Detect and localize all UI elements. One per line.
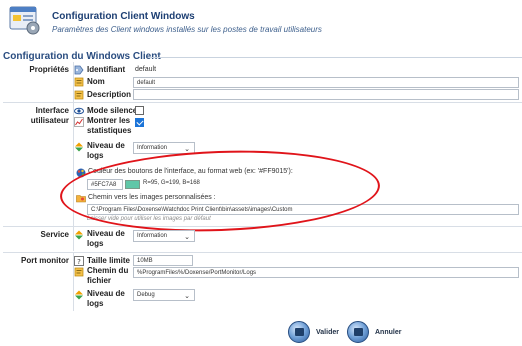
size-limit-icon: ? (74, 256, 84, 266)
chemin-fichier-label-line: fichier (87, 276, 112, 285)
description-input[interactable] (133, 89, 519, 100)
group-label-line: Interface (35, 106, 69, 115)
chemin-fichier-label-line: Chemin du (87, 266, 129, 275)
niveau-logs-ui-value: Information (137, 145, 168, 151)
svg-text:?: ? (77, 258, 81, 266)
row-description: Description (74, 89, 131, 101)
niveau-logs-label: Niveau de logs (87, 141, 125, 161)
identifiant-value: default (135, 66, 157, 73)
chemin-images-input[interactable]: C:\Program Files\Doxense\Watchdoc Print … (87, 204, 519, 215)
group-label-line: utilisateur (30, 116, 69, 125)
page-header: Configuration Client Windows Paramètres … (0, 0, 522, 48)
chevron-down-icon: ⌄ (184, 293, 190, 300)
group-label-service: Service (40, 230, 69, 239)
name-icon (74, 77, 84, 87)
row-nom: Nom (74, 76, 105, 88)
group-label-interface: Interface utilisateur (3, 106, 69, 126)
group-border (3, 102, 522, 103)
group-label-port-monitor: Port monitor (21, 256, 69, 265)
niveau-logs-service-value: Information (137, 233, 168, 239)
row-identifiant: Identifiant (74, 64, 125, 76)
cancel-icon (347, 321, 369, 343)
row-niveau-logs-service: Niveau de logs (74, 229, 125, 251)
section-title: Configuration du Windows Client (3, 51, 161, 62)
section-divider (148, 57, 522, 58)
niveau-logs-pm-label-line: Niveau de (87, 289, 125, 298)
valider-label: Valider (316, 328, 339, 336)
montrer-stats-label-line: statistiques (87, 126, 132, 135)
niveau-logs-service-label: Niveau de logs (87, 229, 125, 249)
image-folder-icon (76, 195, 86, 203)
chevron-down-icon: ⌄ (184, 234, 190, 241)
color-swatch (125, 180, 140, 189)
mode-silence-checkbox[interactable] (135, 106, 144, 115)
niveau-logs-service-label-line: Niveau de (87, 229, 125, 238)
statistics-icon (74, 117, 84, 127)
montrer-stats-label: Montrer les statistiques (87, 116, 131, 136)
niveau-logs-label-line: logs (87, 151, 104, 160)
niveau-logs-pm-value: Debug (137, 292, 155, 298)
chemin-fichier-label: Chemin du fichier (87, 266, 128, 286)
valider-button[interactable]: Valider (288, 321, 339, 343)
niveau-logs-service-label-line: logs (87, 239, 104, 248)
level-arrows-icon (75, 230, 83, 240)
couleur-label: Couleur des boutons de l'interface, au f… (88, 168, 293, 175)
nom-input[interactable]: default (133, 77, 519, 88)
color-palette-icon (76, 168, 86, 178)
identifiant-label: Identifiant (87, 65, 126, 74)
group-border (3, 226, 522, 227)
chemin-fichier-input[interactable]: %ProgramFiles%/Doxense/PortMonitor/Logs (133, 267, 519, 278)
file-path-icon (74, 267, 84, 277)
chemin-images-label: Chemin vers les images personnalisées : (88, 194, 216, 201)
row-montrer-stats: Montrer les statistiques (74, 116, 131, 140)
couleur-rgb: R=95, G=199, B=168 (143, 180, 200, 186)
tag-icon (74, 65, 84, 75)
chevron-down-icon: ⌄ (184, 146, 190, 153)
niveau-logs-service-select[interactable]: Information ⌄ (133, 230, 195, 242)
mode-silence-label: Mode silence (87, 106, 138, 115)
level-arrows-icon (75, 142, 83, 152)
level-arrows-icon (75, 290, 83, 300)
description-icon (74, 90, 84, 100)
page-subtitle: Paramètres des Client windows installés … (52, 25, 322, 34)
niveau-logs-ui-select[interactable]: Information ⌄ (133, 142, 195, 154)
page-title: Configuration Client Windows (52, 11, 195, 22)
annuler-label: Annuler (375, 328, 402, 336)
group-label-proprietes: Propriétés (29, 65, 69, 74)
niveau-logs-pm-label: Niveau de logs (87, 289, 125, 309)
row-chemin-fichier: Chemin du fichier (74, 266, 128, 290)
row-niveau-logs-ui: Niveau de logs (74, 141, 125, 163)
annuler-button[interactable]: Annuler (347, 321, 401, 343)
niveau-logs-pm-label-line: logs (87, 299, 104, 308)
taille-limite-input[interactable]: 10MB (133, 255, 193, 266)
niveau-logs-pm-select[interactable]: Debug ⌄ (133, 289, 195, 301)
niveau-logs-label-line: Niveau de (87, 141, 125, 150)
nom-label: Nom (87, 77, 105, 86)
window-config-icon (9, 6, 40, 35)
montrer-stats-label-line: Montrer les (87, 116, 131, 125)
save-icon (288, 321, 310, 343)
eye-icon (74, 107, 84, 115)
chemin-images-hint: Laisser vide pour utiliser les images pa… (87, 216, 211, 222)
group-border (3, 252, 522, 253)
row-niveau-logs-pm: Niveau de logs (74, 289, 125, 311)
taille-limite-label: Taille limite (87, 256, 130, 265)
montrer-stats-checkbox[interactable] (135, 118, 144, 127)
description-label: Description (87, 90, 132, 99)
couleur-input[interactable]: #5FC7A8 (87, 179, 123, 190)
